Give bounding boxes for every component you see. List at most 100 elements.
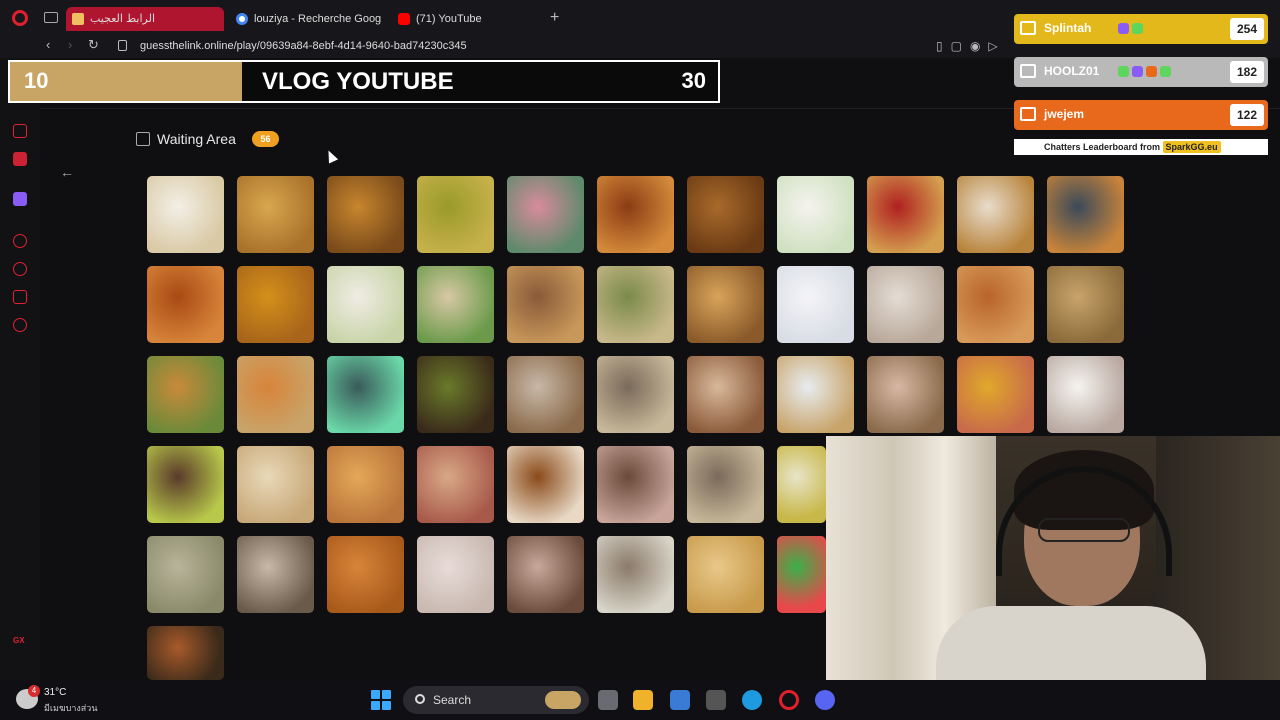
sidebar-twitch-icon[interactable] xyxy=(13,192,27,206)
windows-taskbar: 4 31°C มีเมฆบางส่วน Search xyxy=(0,680,1280,720)
sidebar-mail-icon[interactable] xyxy=(13,152,27,166)
waiting-image-tile[interactable] xyxy=(237,266,314,343)
waiting-image-tile[interactable] xyxy=(687,266,764,343)
leaderboard-score: 254 xyxy=(1230,18,1264,40)
windows-start-icon[interactable] xyxy=(371,690,391,710)
lock-icon xyxy=(118,40,127,51)
badge-icon xyxy=(1132,66,1143,77)
waiting-image-tile[interactable] xyxy=(507,446,584,523)
banner-left-panel: 10 xyxy=(10,62,242,101)
tab-guessthelink[interactable]: الرابط العجيب xyxy=(66,7,224,31)
weather-temperature[interactable]: 31°C xyxy=(44,687,66,698)
tab-list-icon[interactable] xyxy=(44,12,58,23)
waiting-image-tile[interactable] xyxy=(687,176,764,253)
sidebar-settings-icon[interactable] xyxy=(13,318,27,332)
waiting-image-tile[interactable] xyxy=(147,266,224,343)
sidebar-history-icon[interactable] xyxy=(13,262,27,276)
back-arrow-icon[interactable]: ← xyxy=(60,164,74,180)
waiting-image-tile[interactable] xyxy=(327,266,404,343)
waiting-image-tile[interactable] xyxy=(507,176,584,253)
waiting-image-tile[interactable] xyxy=(147,536,224,613)
waiting-image-tile[interactable] xyxy=(327,356,404,433)
search-icon xyxy=(415,694,425,704)
waiting-image-tile[interactable] xyxy=(597,266,674,343)
banner-left-number: 10 xyxy=(24,68,49,93)
waiting-image-tile[interactable] xyxy=(237,536,314,613)
youtube-favicon-icon xyxy=(398,13,410,25)
waiting-image-tile[interactable] xyxy=(597,356,674,433)
waiting-area-title: Waiting Area xyxy=(157,131,236,147)
taskbar-search[interactable]: Search xyxy=(403,686,589,714)
waiting-image-tile[interactable] xyxy=(597,176,674,253)
waiting-image-tile[interactable] xyxy=(867,356,944,433)
waiting-image-tile[interactable] xyxy=(237,446,314,523)
waiting-image-tile[interactable] xyxy=(777,266,854,343)
back-icon[interactable]: ‹ xyxy=(46,37,50,52)
url-field[interactable]: guessthelink.online/play/09639a84-8ebf-4… xyxy=(140,40,467,52)
banner-title: VLOG YOUTUBE xyxy=(262,68,454,95)
waiting-area-count-badge: 56 xyxy=(252,131,279,147)
waiting-image-tile[interactable] xyxy=(507,356,584,433)
waiting-image-tile[interactable] xyxy=(237,356,314,433)
file-explorer-icon[interactable] xyxy=(633,690,653,710)
waiting-image-tile[interactable] xyxy=(147,446,224,523)
badge-icon xyxy=(1146,66,1157,77)
waiting-image-tile[interactable] xyxy=(957,176,1034,253)
leaderboard-brand: SparkGG.eu xyxy=(1162,141,1221,153)
waiting-image-tile[interactable] xyxy=(147,626,224,680)
waiting-image-tile[interactable] xyxy=(1047,356,1124,433)
waiting-image-tile[interactable] xyxy=(507,266,584,343)
waiting-image-tile[interactable] xyxy=(777,356,854,433)
opera-gx-icon[interactable] xyxy=(779,690,799,710)
discord-icon[interactable] xyxy=(815,690,835,710)
waiting-image-tile[interactable] xyxy=(147,176,224,253)
new-tab-plus-icon[interactable]: + xyxy=(550,9,559,27)
tab-google-search[interactable]: louziya - Recherche Goog xyxy=(230,7,388,31)
waiting-image-tile[interactable] xyxy=(687,536,764,613)
waiting-image-tile[interactable] xyxy=(507,536,584,613)
edge-icon[interactable] xyxy=(742,690,762,710)
waiting-image-tile[interactable] xyxy=(417,176,494,253)
reload-icon[interactable]: ↻ xyxy=(88,37,99,53)
store-icon[interactable] xyxy=(670,690,690,710)
waiting-image-tile[interactable] xyxy=(327,176,404,253)
waiting-image-tile[interactable] xyxy=(327,536,404,613)
waiting-image-tile[interactable] xyxy=(777,446,826,523)
sidebar-app-icon[interactable] xyxy=(13,124,27,138)
toolbar-extension-icons[interactable]: ▯▢◉▷ xyxy=(936,39,1006,53)
leaderboard-row: jwejem 122 xyxy=(1014,100,1268,130)
tab-youtube[interactable]: (71) YouTube xyxy=(392,7,542,31)
leaderboard-footer-text: Chatters Leaderboard from xyxy=(1044,142,1161,152)
waiting-image-tile[interactable] xyxy=(417,356,494,433)
waiting-image-tile[interactable] xyxy=(867,266,944,343)
opera-logo-icon[interactable] xyxy=(12,10,28,26)
sidebar-extensions-icon[interactable] xyxy=(13,290,27,304)
waiting-image-tile[interactable] xyxy=(687,446,764,523)
waiting-image-tile[interactable] xyxy=(1047,176,1124,253)
waiting-image-tile[interactable] xyxy=(687,356,764,433)
waiting-image-tile[interactable] xyxy=(777,176,854,253)
sidebar-gx-icon[interactable]: GX xyxy=(13,636,27,650)
waiting-image-tile[interactable] xyxy=(957,266,1034,343)
waiting-image-tile[interactable] xyxy=(417,536,494,613)
crown-icon xyxy=(1020,21,1036,35)
task-view-icon[interactable] xyxy=(598,690,618,710)
waiting-image-tile[interactable] xyxy=(777,536,826,613)
waiting-image-tile[interactable] xyxy=(597,536,674,613)
waiting-image-tile[interactable] xyxy=(1047,266,1124,343)
sidebar-player-icon[interactable] xyxy=(13,234,27,248)
weather-description[interactable]: มีเมฆบางส่วน xyxy=(44,701,97,715)
waiting-image-tile[interactable] xyxy=(957,356,1034,433)
waiting-image-tile[interactable] xyxy=(417,446,494,523)
leaderboard-name: Splintah xyxy=(1044,21,1092,35)
app-icon[interactable] xyxy=(706,690,726,710)
waiting-image-tile[interactable] xyxy=(417,266,494,343)
forward-icon[interactable]: › xyxy=(68,37,72,52)
waiting-image-tile[interactable] xyxy=(597,446,674,523)
waiting-image-tile[interactable] xyxy=(147,356,224,433)
waiting-image-tile[interactable] xyxy=(867,176,944,253)
crown-icon xyxy=(1020,64,1036,78)
waiting-image-tile[interactable] xyxy=(237,176,314,253)
waiting-image-tile[interactable] xyxy=(327,446,404,523)
streamer-shirt xyxy=(936,606,1206,680)
